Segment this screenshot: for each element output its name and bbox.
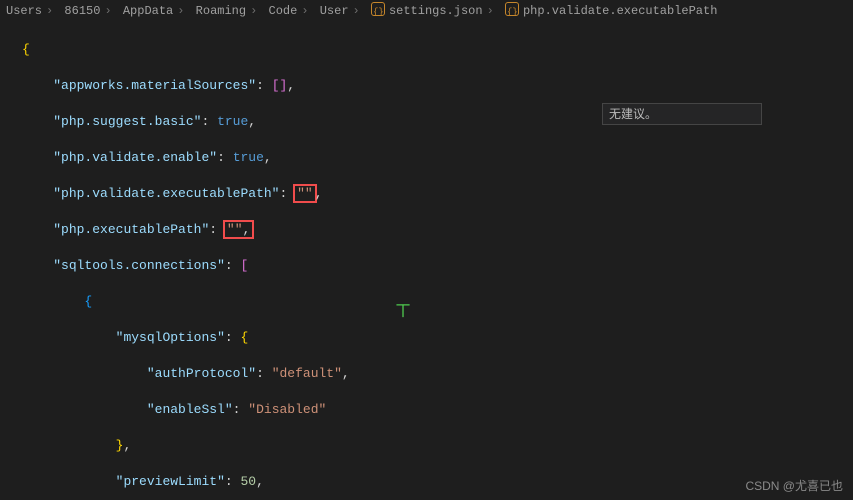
breadcrumb[interactable]: Users› 86150› AppData› Roaming› Code› Us… (0, 0, 853, 23)
chevron-right-icon: › (104, 4, 111, 18)
code-editor[interactable]: { "appworks.materialSources": [], "php.s… (0, 23, 853, 500)
crumb[interactable]: Users (6, 4, 42, 18)
chevron-right-icon: › (177, 4, 184, 18)
chevron-right-icon: › (487, 4, 494, 18)
watermark: CSDN @尤喜已也 (745, 477, 843, 494)
chevron-right-icon: › (250, 4, 257, 18)
chevron-right-icon: › (353, 4, 360, 18)
crumb-symbol[interactable]: php.validate.executablePath (523, 4, 717, 18)
crumb-file[interactable]: settings.json (389, 4, 483, 18)
json-symbol-icon (505, 2, 519, 16)
crumb[interactable]: Code (269, 4, 298, 18)
crumb[interactable]: AppData (123, 4, 173, 18)
chevron-right-icon: › (46, 4, 53, 18)
highlight-box-2: "", (223, 220, 254, 239)
chevron-right-icon: › (301, 4, 308, 18)
suggest-widget: 无建议。 (602, 103, 762, 125)
cursor-indicator-icon: ㄒ (395, 303, 409, 321)
highlight-box-1: "" (293, 184, 317, 203)
crumb[interactable]: User (320, 4, 349, 18)
crumb[interactable]: 86150 (64, 4, 100, 18)
crumb[interactable]: Roaming (196, 4, 246, 18)
json-file-icon (371, 2, 385, 16)
